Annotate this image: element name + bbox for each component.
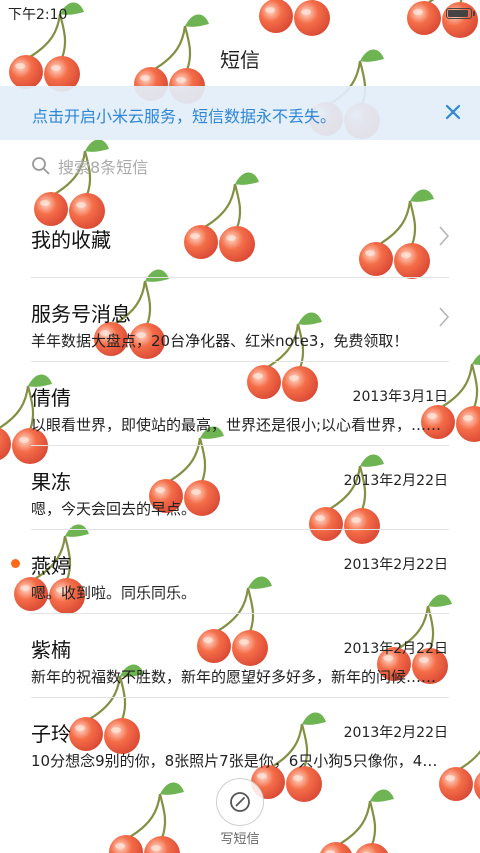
search-bar[interactable]: [0, 142, 480, 192]
search-icon: [32, 157, 50, 175]
service-messages-row[interactable]: 服务号消息 羊年数据大盘点，20台净化器、红米note3，免费领取！: [0, 278, 480, 362]
conversation-name: 紫楠: [31, 638, 71, 662]
conversation-list: 我的收藏 服务号消息 羊年数据大盘点，20台净化器、红米note3，免费领取！ …: [0, 194, 480, 782]
search-input[interactable]: [58, 154, 438, 180]
conversation-date: 2013年2月22日: [343, 641, 448, 657]
favorites-row[interactable]: 我的收藏: [0, 194, 480, 278]
conversation-date: 2013年2月22日: [343, 557, 448, 573]
conversation-name: 子玲: [31, 722, 71, 746]
conversation-preview: 嗯，今天会回去的早点。: [31, 500, 197, 518]
compose-label[interactable]: 写短信: [200, 828, 280, 847]
close-icon[interactable]: [442, 101, 464, 123]
conversation-date: 2013年3月1日: [352, 389, 448, 405]
compose-icon: [230, 792, 250, 812]
conversation-preview: 嗯。收到啦。同乐同乐。: [31, 584, 197, 602]
status-bar: 下午2:10: [0, 0, 480, 26]
battery-icon: [446, 8, 475, 19]
unread-dot: [11, 559, 20, 568]
chevron-right-icon: [439, 226, 450, 246]
conversation-row[interactable]: 子玲 2013年2月22日 10分想念9别的你，8张照片7张是你，6只小狗5只像…: [0, 698, 480, 782]
conversation-row[interactable]: 果冻 2013年2月22日 嗯，今天会回去的早点。: [0, 446, 480, 530]
conversation-name: 燕婷: [31, 554, 71, 578]
conversation-row[interactable]: 倩倩 2013年3月1日 以眼看世界，即使站的最高，世界还是很小;以心看世界，……: [0, 362, 480, 446]
page-title: 短信: [220, 48, 260, 72]
conversation-preview: 羊年数据大盘点，20台净化器、红米note3，免费领取！: [31, 332, 409, 350]
chevron-right-icon: [439, 307, 450, 327]
cloud-service-banner[interactable]: 点击开启小米云服务，短信数据永不丢失。: [0, 86, 480, 140]
conversation-row[interactable]: 燕婷 2013年2月22日 嗯。收到啦。同乐同乐。: [0, 530, 480, 614]
conversation-preview: 10分想念9别的你，8张照片7张是你，6只小狗5只像你，4……: [31, 752, 449, 770]
conversation-preview: 新年的祝福数不胜数，新年的愿望好多好多，新年的问候……: [31, 668, 437, 686]
compose-button[interactable]: [216, 778, 264, 826]
conversation-date: 2013年2月22日: [343, 473, 448, 489]
conversation-name: 果冻: [31, 470, 71, 494]
conversation-name: 我的收藏: [31, 228, 111, 252]
status-time: 下午2:10: [8, 7, 68, 23]
conversation-preview: 以眼看世界，即使站的最高，世界还是很小;以心看世界，……: [31, 416, 442, 434]
conversation-row[interactable]: 紫楠 2013年2月22日 新年的祝福数不胜数，新年的愿望好多好多，新年的问候……: [0, 614, 480, 698]
conversation-name: 服务号消息: [31, 302, 131, 326]
banner-text[interactable]: 点击开启小米云服务，短信数据永不丢失。: [32, 103, 336, 127]
conversation-name: 倩倩: [31, 386, 71, 410]
messages-screen: 下午2:10 短信 点击开启小米云服务，短信数据永不丢失。 我的收藏 服务号消息…: [0, 0, 480, 853]
conversation-date: 2013年2月22日: [343, 725, 448, 741]
